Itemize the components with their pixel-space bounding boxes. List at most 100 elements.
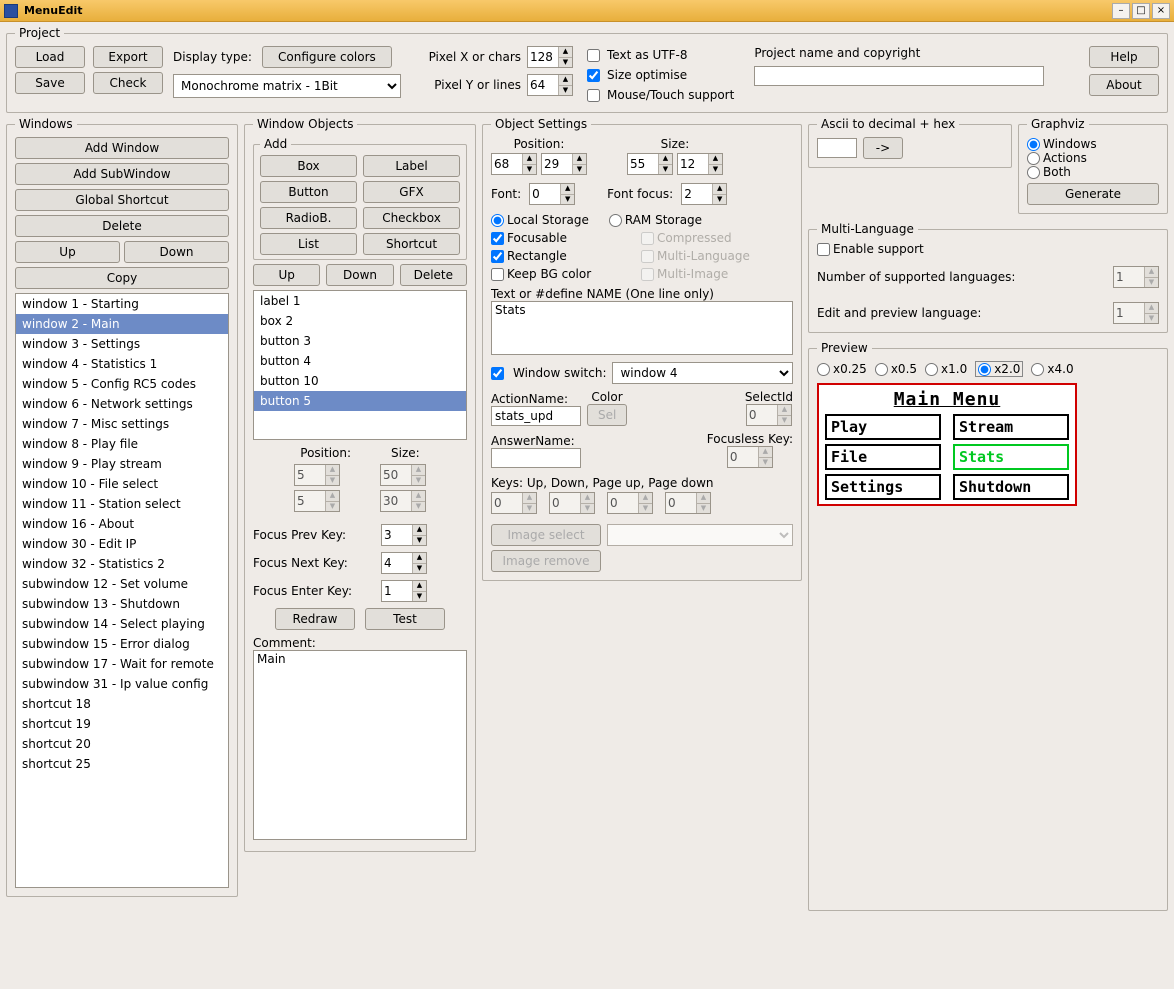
- wobject-list-item[interactable]: button 10: [254, 371, 466, 391]
- windows-list-item[interactable]: window 1 - Starting: [16, 294, 228, 314]
- os-size-h-spinner[interactable]: ▲▼: [677, 153, 723, 175]
- focus-prev-spinner[interactable]: ▲▼: [381, 524, 427, 546]
- load-button[interactable]: Load: [15, 46, 85, 68]
- focus-next-spinner[interactable]: ▲▼: [381, 552, 427, 574]
- windows-list-item[interactable]: window 5 - Config RC5 codes: [16, 374, 228, 394]
- wobject-list-item[interactable]: box 2: [254, 311, 466, 331]
- wobject-list-item[interactable]: button 3: [254, 331, 466, 351]
- check-button[interactable]: Check: [93, 72, 163, 94]
- zoom-05-radio[interactable]: [875, 363, 888, 376]
- add-box-button[interactable]: Box: [260, 155, 357, 177]
- export-button[interactable]: Export: [93, 46, 163, 68]
- windows-list-item[interactable]: subwindow 12 - Set volume: [16, 574, 228, 594]
- pixel-x-spinner[interactable]: ▲▼: [527, 46, 573, 68]
- windows-list-item[interactable]: window 9 - Play stream: [16, 454, 228, 474]
- add-button-button[interactable]: Button: [260, 181, 357, 203]
- windows-delete-button[interactable]: Delete: [15, 215, 229, 237]
- pixel-y-spinner[interactable]: ▲▼: [527, 74, 573, 96]
- ml-enable-checkbox[interactable]: [817, 243, 830, 256]
- redraw-button[interactable]: Redraw: [275, 608, 355, 630]
- os-size-w-spinner[interactable]: ▲▼: [627, 153, 673, 175]
- mouse-checkbox[interactable]: [587, 89, 600, 102]
- global-shortcut-button[interactable]: Global Shortcut: [15, 189, 229, 211]
- answername-input[interactable]: [491, 448, 581, 468]
- windows-list-item[interactable]: subwindow 15 - Error dialog: [16, 634, 228, 654]
- windows-list-item[interactable]: shortcut 25: [16, 754, 228, 774]
- windows-list-item[interactable]: window 7 - Misc settings: [16, 414, 228, 434]
- zoom-20-radio[interactable]: [978, 363, 991, 376]
- project-name-input[interactable]: [754, 66, 1044, 86]
- font-spinner[interactable]: ▲▼: [529, 183, 575, 205]
- windows-list-item[interactable]: shortcut 18: [16, 694, 228, 714]
- gv-windows-radio[interactable]: [1027, 138, 1040, 151]
- wobject-list-item[interactable]: button 5: [254, 391, 466, 411]
- test-button[interactable]: Test: [365, 608, 445, 630]
- actionname-input[interactable]: [491, 406, 581, 426]
- utf8-checkbox[interactable]: [587, 49, 600, 62]
- gv-actions-radio[interactable]: [1027, 152, 1040, 165]
- gv-both-radio[interactable]: [1027, 166, 1040, 179]
- windows-list[interactable]: window 1 - Startingwindow 2 - Mainwindow…: [15, 293, 229, 888]
- os-pos-x-spinner[interactable]: ▲▼: [491, 153, 537, 175]
- add-radiob-button[interactable]: RadioB.: [260, 207, 357, 229]
- windows-list-item[interactable]: shortcut 19: [16, 714, 228, 734]
- windows-list-item[interactable]: window 3 - Settings: [16, 334, 228, 354]
- font-focus-spinner[interactable]: ▲▼: [681, 183, 727, 205]
- windows-down-button[interactable]: Down: [124, 241, 229, 263]
- windows-list-item[interactable]: window 10 - File select: [16, 474, 228, 494]
- add-subwindow-button[interactable]: Add SubWindow: [15, 163, 229, 185]
- windows-list-item[interactable]: window 6 - Network settings: [16, 394, 228, 414]
- focus-enter-spinner[interactable]: ▲▼: [381, 580, 427, 602]
- windows-list-item[interactable]: window 8 - Play file: [16, 434, 228, 454]
- wobj-up-button[interactable]: Up: [253, 264, 320, 286]
- minimize-icon[interactable]: –: [1112, 3, 1130, 19]
- about-button[interactable]: About: [1089, 74, 1159, 96]
- keep-bg-checkbox[interactable]: [491, 268, 504, 281]
- zoom-025-radio[interactable]: [817, 363, 830, 376]
- window-switch-checkbox[interactable]: [491, 367, 504, 380]
- size-optimise-checkbox[interactable]: [587, 69, 600, 82]
- ram-storage-radio[interactable]: [609, 214, 622, 227]
- windows-list-item[interactable]: shortcut 20: [16, 734, 228, 754]
- window-objects-list[interactable]: label 1box 2button 3button 4button 10but…: [253, 290, 467, 440]
- wobject-list-item[interactable]: button 4: [254, 351, 466, 371]
- help-button[interactable]: Help: [1089, 46, 1159, 68]
- ascii-go-button[interactable]: ->: [863, 137, 903, 159]
- windows-list-item[interactable]: window 32 - Statistics 2: [16, 554, 228, 574]
- windows-list-item[interactable]: window 2 - Main: [16, 314, 228, 334]
- add-label-button[interactable]: Label: [363, 155, 460, 177]
- save-button[interactable]: Save: [15, 72, 85, 94]
- windows-list-item[interactable]: window 4 - Statistics 1: [16, 354, 228, 374]
- wobj-delete-button[interactable]: Delete: [400, 264, 467, 286]
- windows-list-item[interactable]: window 16 - About: [16, 514, 228, 534]
- add-list-button[interactable]: List: [260, 233, 357, 255]
- gv-generate-button[interactable]: Generate: [1027, 183, 1159, 205]
- windows-copy-button[interactable]: Copy: [15, 267, 229, 289]
- zoom-40-radio[interactable]: [1031, 363, 1044, 376]
- windows-list-item[interactable]: window 30 - Edit IP: [16, 534, 228, 554]
- windows-list-item[interactable]: window 11 - Station select: [16, 494, 228, 514]
- window-switch-select[interactable]: window 4: [612, 362, 793, 384]
- rectangle-checkbox[interactable]: [491, 250, 504, 263]
- maximize-icon[interactable]: □: [1132, 3, 1150, 19]
- add-gfx-button[interactable]: GFX: [363, 181, 460, 203]
- focusable-checkbox[interactable]: [491, 232, 504, 245]
- textdef-textarea[interactable]: [491, 301, 793, 355]
- windows-list-item[interactable]: subwindow 13 - Shutdown: [16, 594, 228, 614]
- add-checkbox-button[interactable]: Checkbox: [363, 207, 460, 229]
- display-type-select[interactable]: Monochrome matrix - 1Bit: [173, 74, 401, 98]
- configure-colors-button[interactable]: Configure colors: [262, 46, 392, 68]
- zoom-10-radio[interactable]: [925, 363, 938, 376]
- add-shortcut-button[interactable]: Shortcut: [363, 233, 460, 255]
- local-storage-radio[interactable]: [491, 214, 504, 227]
- add-window-button[interactable]: Add Window: [15, 137, 229, 159]
- windows-list-item[interactable]: subwindow 17 - Wait for remote: [16, 654, 228, 674]
- windows-up-button[interactable]: Up: [15, 241, 120, 263]
- close-icon[interactable]: ×: [1152, 3, 1170, 19]
- windows-list-item[interactable]: subwindow 31 - Ip value config: [16, 674, 228, 694]
- wobject-list-item[interactable]: label 1: [254, 291, 466, 311]
- windows-list-item[interactable]: subwindow 14 - Select playing: [16, 614, 228, 634]
- ascii-input[interactable]: [817, 138, 857, 158]
- wobj-down-button[interactable]: Down: [326, 264, 393, 286]
- os-pos-y-spinner[interactable]: ▲▼: [541, 153, 587, 175]
